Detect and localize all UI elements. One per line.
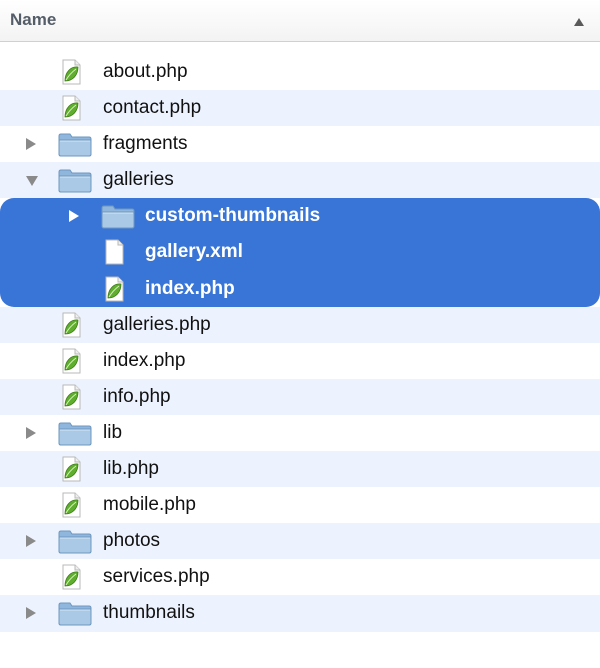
file-name-label: galleries bbox=[103, 169, 174, 191]
file-row-custom-thumbnails[interactable]: custom-thumbnails bbox=[0, 198, 600, 235]
file-name-label: index.php bbox=[145, 277, 235, 299]
php-file-icon bbox=[58, 348, 90, 374]
file-row-gallery-xml[interactable]: gallery.xml bbox=[0, 234, 600, 271]
file-row-index-php[interactable]: index.php bbox=[0, 343, 600, 379]
document-icon bbox=[101, 239, 133, 265]
disclosure-triangle-right-icon[interactable] bbox=[69, 210, 79, 223]
php-file-icon bbox=[58, 564, 90, 590]
php-file-icon bbox=[58, 312, 90, 338]
file-row-index-php[interactable]: index.php bbox=[0, 270, 600, 307]
file-row-lib-php[interactable]: lib.php bbox=[0, 451, 600, 488]
file-name-label: thumbnails bbox=[103, 602, 195, 624]
php-file-icon bbox=[58, 95, 90, 121]
file-name-label: lib.php bbox=[103, 458, 159, 480]
disclosure-triangle-right-icon[interactable] bbox=[26, 535, 36, 548]
folder-icon bbox=[58, 131, 92, 157]
disclosure-triangle-down-icon[interactable] bbox=[26, 176, 38, 187]
file-name-label: custom-thumbnails bbox=[145, 205, 321, 227]
file-list: about.php contact.php fragments galleries cu… bbox=[0, 54, 600, 668]
file-name-label: info.php bbox=[103, 385, 171, 407]
file-row-services-php[interactable]: services.php bbox=[0, 559, 600, 595]
php-file-icon bbox=[58, 59, 90, 85]
folder-icon bbox=[58, 420, 92, 446]
file-name-label: lib bbox=[103, 421, 123, 443]
file-name-label: about.php bbox=[103, 61, 188, 82]
file-name-label: galleries.php bbox=[103, 313, 211, 335]
file-row-about-php[interactable]: about.php bbox=[0, 54, 600, 90]
name-column-header[interactable]: Name bbox=[0, 0, 600, 42]
file-row-thumbnails[interactable]: thumbnails bbox=[0, 595, 600, 632]
file-name-label: mobile.php bbox=[103, 494, 196, 516]
folder-icon bbox=[58, 528, 92, 554]
folder-icon bbox=[58, 600, 92, 626]
file-row-contact-php[interactable]: contact.php bbox=[0, 90, 600, 127]
file-name-label: gallery.xml bbox=[145, 241, 243, 263]
finder-list-view: Name about.php contact.php fragments galler… bbox=[0, 0, 600, 657]
file-row-mobile-php[interactable]: mobile.php bbox=[0, 487, 600, 523]
file-row-galleries-php[interactable]: galleries.php bbox=[0, 306, 600, 343]
file-row-fragments[interactable]: fragments bbox=[0, 126, 600, 162]
folder-icon bbox=[58, 167, 92, 193]
php-file-icon bbox=[58, 456, 90, 482]
file-name-label: index.php bbox=[103, 349, 186, 371]
php-file-icon bbox=[101, 276, 133, 302]
file-name-label: photos bbox=[103, 530, 161, 552]
empty-row bbox=[0, 632, 600, 668]
sort-ascending-icon[interactable] bbox=[574, 18, 584, 26]
disclosure-triangle-right-icon[interactable] bbox=[26, 607, 36, 620]
file-name-label: fragments bbox=[103, 133, 188, 155]
php-file-icon bbox=[58, 384, 90, 410]
file-row-galleries[interactable]: galleries bbox=[0, 162, 600, 199]
disclosure-triangle-right-icon[interactable] bbox=[26, 138, 36, 151]
name-column-label: Name bbox=[10, 10, 57, 29]
file-name-label: contact.php bbox=[103, 97, 202, 119]
disclosure-triangle-right-icon[interactable] bbox=[26, 426, 36, 439]
php-file-icon bbox=[58, 492, 90, 518]
file-row-lib[interactable]: lib bbox=[0, 415, 600, 451]
file-name-label: services.php bbox=[103, 566, 210, 588]
file-row-info-php[interactable]: info.php bbox=[0, 378, 600, 415]
file-row-photos[interactable]: photos bbox=[0, 523, 600, 560]
folder-icon bbox=[101, 203, 135, 229]
